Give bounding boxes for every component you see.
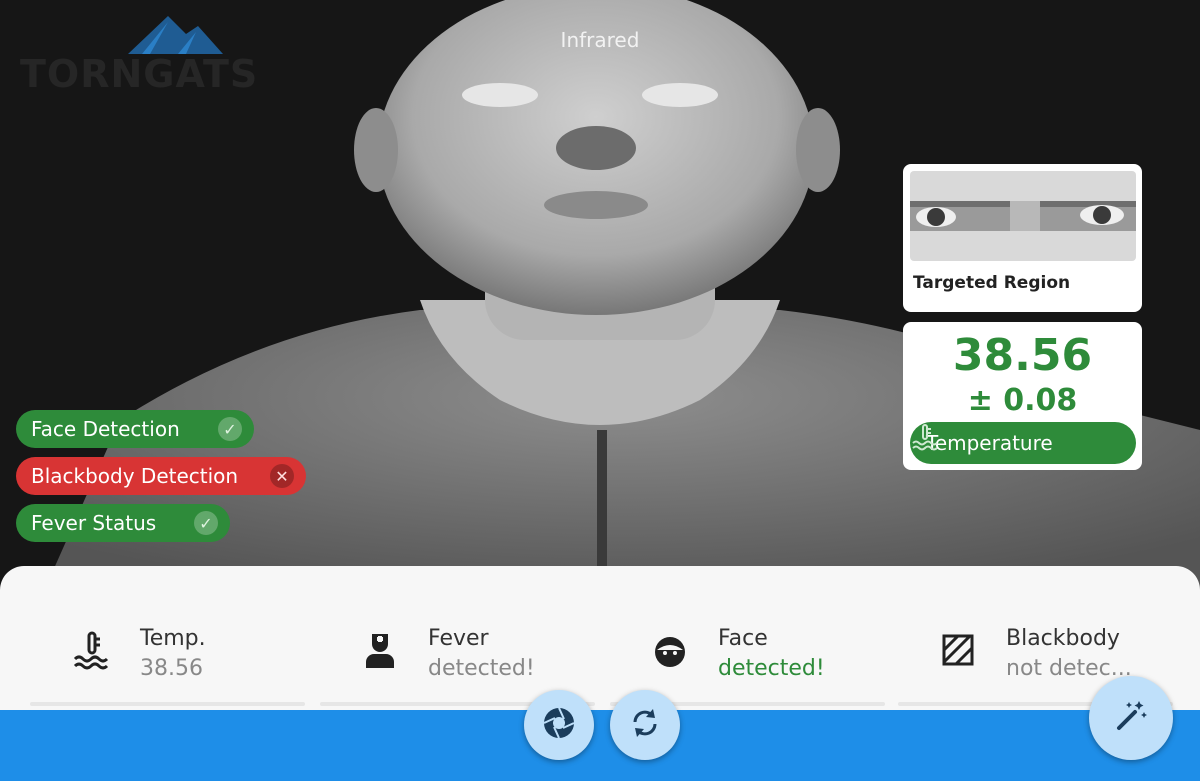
temperature-card: 38.56 ± 0.08 Temperature (903, 322, 1142, 470)
temperature-accuracy: ± 0.08 (967, 383, 1078, 418)
stat-value: detected! (428, 656, 535, 681)
nurse-icon (360, 630, 400, 670)
thermometer-icon (72, 630, 112, 670)
camera-shutter-icon (542, 706, 576, 744)
refresh-icon (629, 707, 661, 743)
camera-title: Infrared (560, 28, 640, 52)
status-label: Face Detection (31, 417, 180, 441)
stat-title: Fever (428, 626, 489, 651)
x-circle-icon: ✕ (270, 464, 294, 488)
switch-camera-button[interactable] (610, 690, 680, 760)
magic-wand-icon (1113, 698, 1149, 738)
stat-title: Temp. (140, 626, 206, 651)
stats-panel: Temp. 38.56 Fever detected! Face detecte… (0, 566, 1200, 716)
capture-button[interactable] (524, 690, 594, 760)
temperature-value: 38.56 (952, 330, 1093, 381)
hatch-square-icon (938, 630, 978, 670)
stat-title: Blackbody (1006, 626, 1120, 651)
stat-value: detected! (718, 656, 825, 681)
face-detection-status: Face Detection ✓ (16, 410, 254, 448)
check-circle-icon: ✓ (194, 511, 218, 535)
status-label: Blackbody Detection (31, 464, 239, 488)
check-circle-icon: ✓ (218, 417, 242, 441)
fever-status: Fever Status ✓ (16, 504, 230, 542)
logo-text: TORNGATS (20, 52, 259, 96)
stat-title: Face (718, 626, 768, 651)
temperature-label: Temperature (926, 431, 1053, 455)
bottom-app-bar (0, 710, 1200, 781)
temperature-pill: Temperature (910, 422, 1136, 464)
face-icon (650, 630, 690, 670)
targeted-region-title: Targeted Region (913, 273, 1071, 293)
targeted-region-card: Targeted Region (903, 164, 1142, 312)
auto-adjust-button[interactable] (1089, 676, 1173, 760)
targeted-region-image (910, 171, 1136, 261)
status-label: Fever Status (31, 511, 157, 535)
divider (30, 702, 305, 706)
stat-value: 38.56 (140, 656, 203, 681)
infrared-camera-feed: TORNGATS Infrared Face Detection ✓ Black… (0, 0, 1200, 600)
stat-value: not detec... (1006, 656, 1132, 681)
blackbody-detection-status: Blackbody Detection ✕ (16, 457, 306, 495)
